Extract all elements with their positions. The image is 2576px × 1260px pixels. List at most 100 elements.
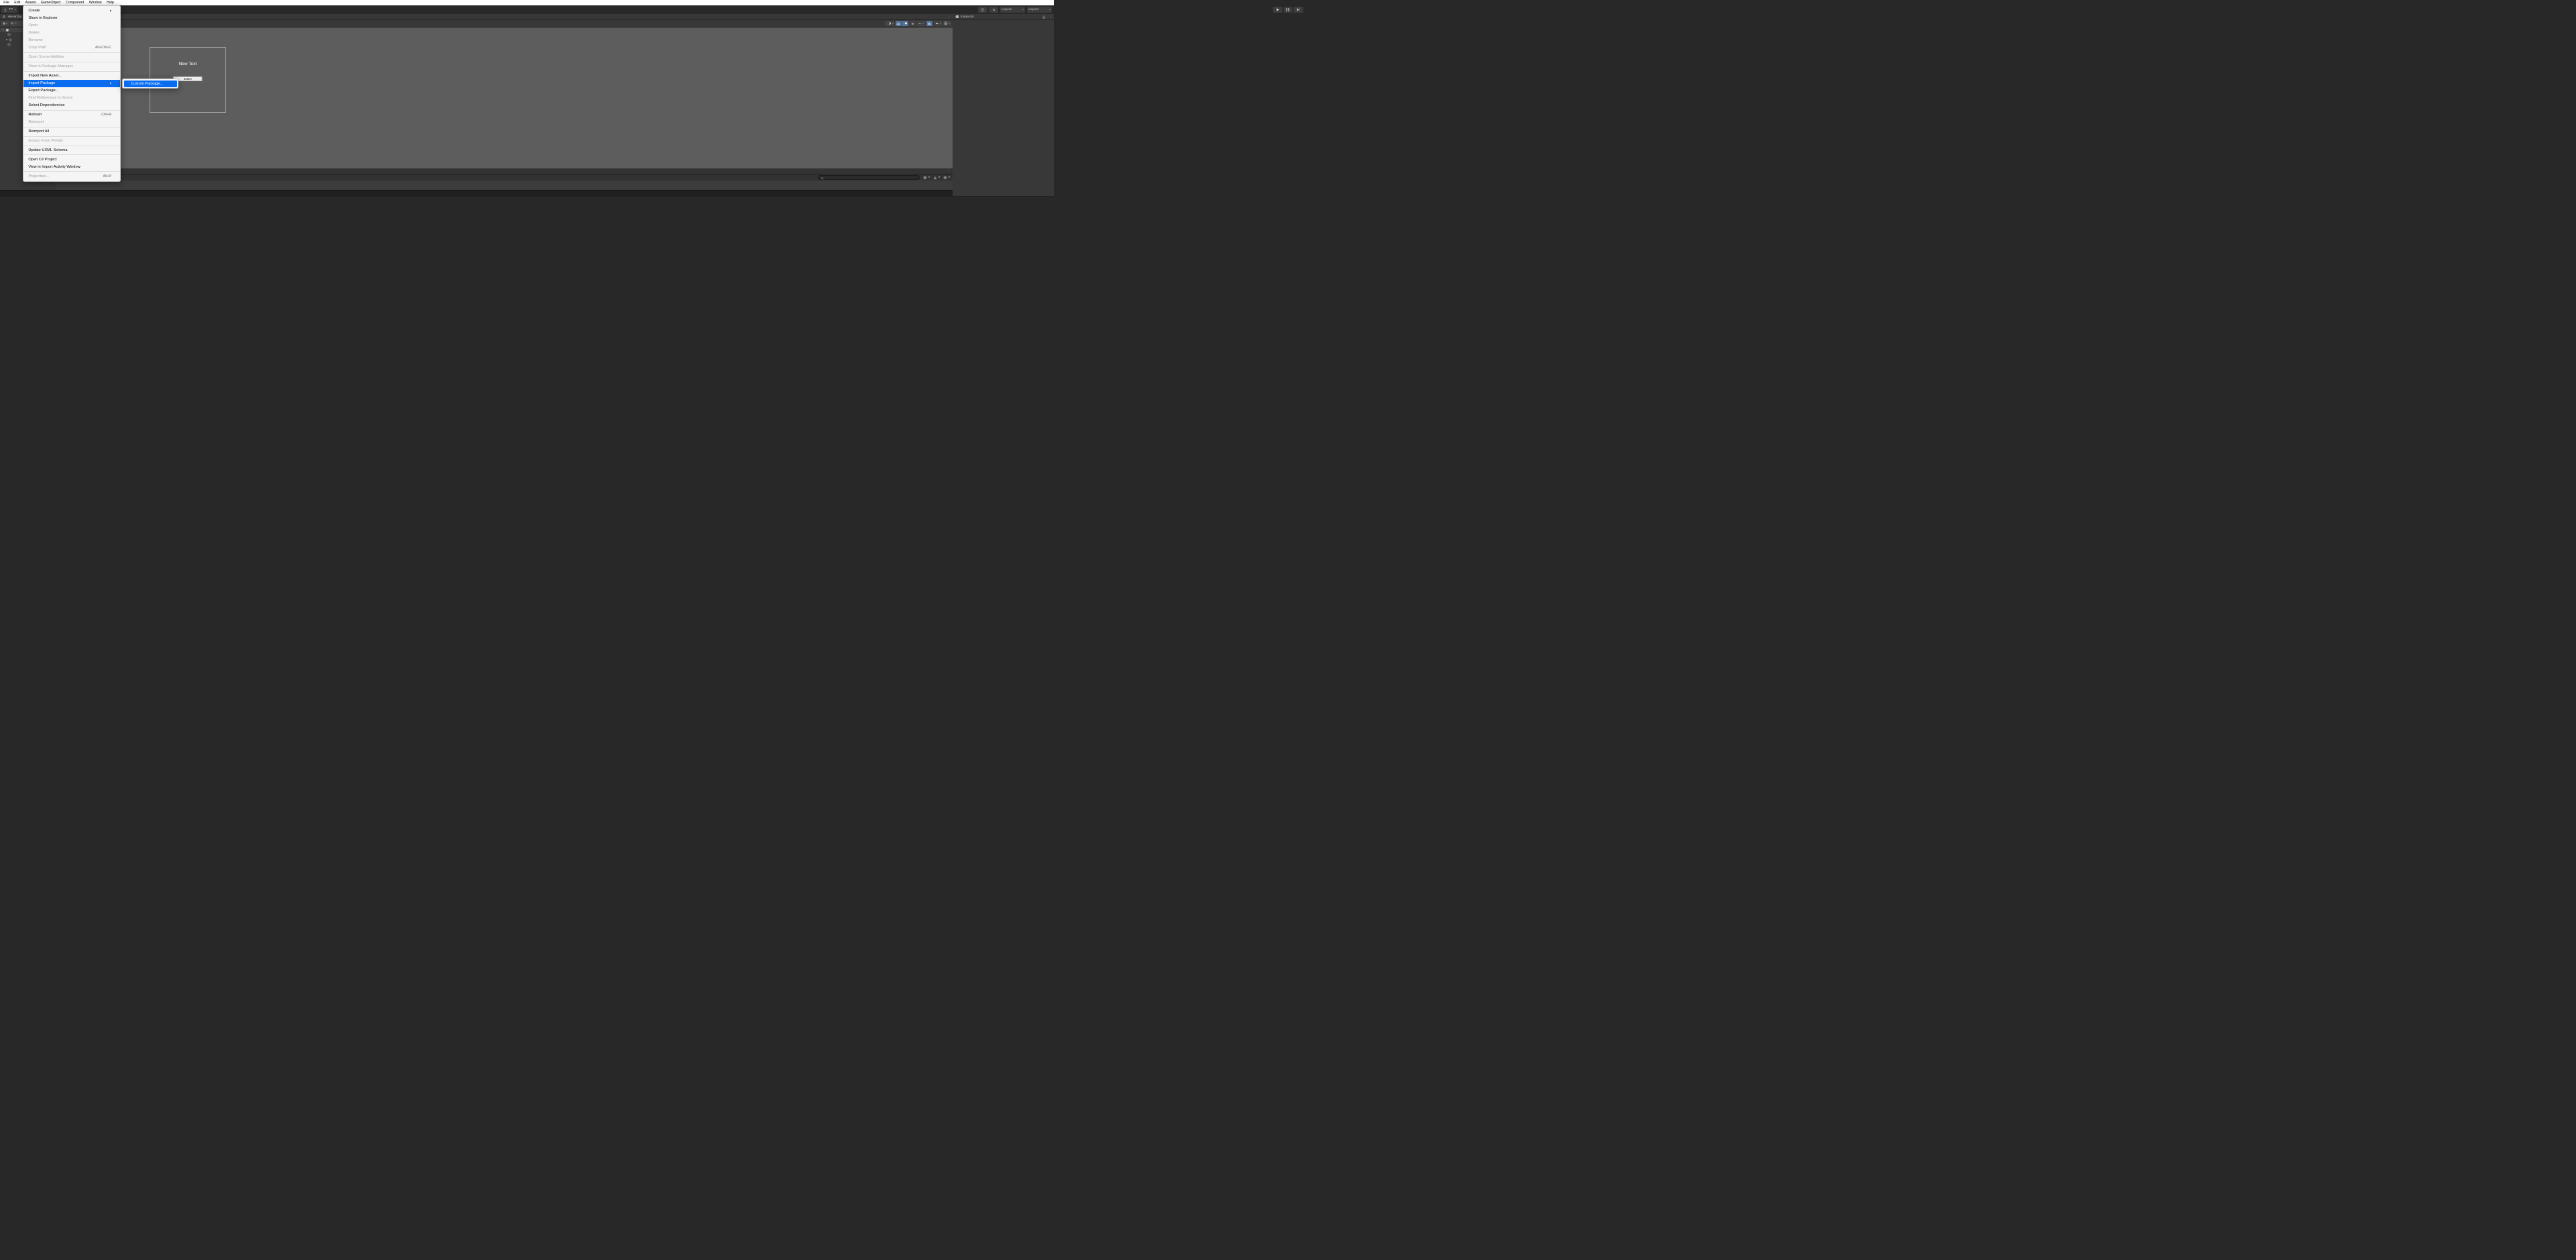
menu-edit[interactable]: Edit (12, 0, 23, 5)
pause-button[interactable] (1283, 7, 1293, 13)
layers-dropdown[interactable]: Layers (1000, 7, 1026, 13)
scene-tab[interactable]: ulator ⋮ (56, 14, 953, 20)
account-button[interactable]: TP (1, 7, 17, 13)
visibility-toggle[interactable] (926, 21, 933, 26)
menu-assets[interactable]: Assets (23, 0, 38, 5)
eye-off-icon (927, 22, 932, 25)
menu-item-label: Create (28, 9, 40, 13)
chevron-down-icon (949, 23, 950, 24)
panel-menu-icon[interactable]: ⋮ (1049, 15, 1052, 19)
scene-view[interactable]: New Text Button (56, 28, 953, 168)
menu-item-label: Select Dependencies (28, 103, 64, 107)
menu-item-label: Update UXML Schema (28, 148, 67, 152)
menu-item-properties: Properties...Alt+P (23, 172, 120, 180)
menu-item-refresh[interactable]: Refresh Ctrl+R (23, 111, 120, 119)
menu-item-label: Import Package (28, 81, 55, 85)
menu-file[interactable]: File (1, 0, 12, 5)
2d-label: 2D (896, 22, 900, 25)
step-button[interactable] (1294, 7, 1303, 13)
camera-dropdown[interactable] (934, 21, 942, 26)
cube-icon (9, 38, 12, 42)
project-search[interactable] (818, 175, 919, 180)
create-dropdown[interactable] (1, 21, 9, 26)
play-button[interactable] (1273, 7, 1283, 13)
menu-item-label: Refresh (28, 113, 42, 117)
toolbar: TP Layers Layout (0, 5, 1054, 14)
hierarchy-tab-label: Hierarchy (7, 15, 21, 19)
audio-icon (911, 22, 915, 25)
light-icon (904, 22, 908, 25)
chevron-down-icon (940, 23, 941, 24)
menu-item-view-in-package-manager: View in Package Manager (23, 63, 120, 70)
menu-item-custom-package[interactable]: Custom Package... (124, 81, 177, 87)
menu-item-find-references-in-scene: Find References In Scene (23, 95, 120, 102)
undo-history-button[interactable] (978, 7, 987, 13)
chevron-right-icon (110, 10, 111, 11)
play-icon (1276, 8, 1279, 11)
menu-item-import-package[interactable]: Import Package (23, 80, 120, 87)
info-icon (955, 15, 959, 19)
menu-item-export-package[interactable]: Export Package... (23, 87, 120, 95)
expand-icon[interactable] (3, 30, 4, 31)
menu-item-import-new-asset[interactable]: Import New Asset... (23, 72, 120, 80)
menu-help[interactable]: Help (104, 0, 116, 5)
menu-item-label: Delete (28, 31, 40, 35)
fx-icon (918, 22, 922, 25)
scene-text-object[interactable]: New Text (178, 62, 197, 66)
menu-item-label: Reimport (28, 120, 44, 124)
menu-item-delete: Delete (23, 30, 120, 37)
info-count[interactable]: 0 (922, 176, 931, 180)
menu-item-open-c-project[interactable]: Open C# Project (23, 156, 120, 163)
lighting-toggle[interactable] (902, 21, 908, 26)
chevron-down-icon (6, 23, 7, 24)
cube-icon (7, 43, 11, 46)
error-count[interactable]: 0 (943, 176, 951, 180)
menu-item-label: Import New Asset... (28, 74, 62, 78)
fx-dropdown[interactable] (917, 21, 925, 26)
layout-dropdown[interactable]: Layout (1027, 7, 1053, 13)
draw-mode-button[interactable] (886, 21, 894, 26)
lock-icon[interactable] (1042, 15, 1046, 19)
menu-component[interactable]: Component (63, 0, 87, 5)
inspector-tab[interactable]: Inspector ⋮ (953, 14, 1054, 20)
menu-item-label: View in Package Manager (28, 64, 72, 68)
menu-item-select-dependencies[interactable]: Select Dependencies (23, 102, 120, 109)
panel-menu-icon[interactable]: ⋮ (947, 169, 951, 173)
error-icon (943, 176, 947, 180)
menu-item-open: Open (23, 22, 120, 30)
menu-shortcut: Alt+Ctrl+C (95, 46, 111, 50)
chevron-right-icon (110, 83, 111, 84)
menu-item-label: Show in Explorer (28, 16, 57, 20)
menu-item-label: Export Package... (28, 89, 58, 93)
menubar: File Edit Assets GameObject Component Wi… (0, 0, 1054, 5)
2d-toggle[interactable]: 2D (896, 21, 902, 26)
menu-item-update-uxml-schema[interactable]: Update UXML Schema (23, 146, 120, 154)
menu-window[interactable]: Window (87, 0, 104, 5)
menu-item-view-in-import-activity-window[interactable]: View in Import Activity Window (23, 163, 120, 170)
menu-shortcut: Ctrl+R (101, 113, 111, 117)
shading-icon (888, 21, 892, 25)
menu-item-extract-from-prefab: Extract From Prefab (23, 137, 120, 144)
camera-icon (935, 22, 939, 25)
menu-item-copy-path: Copy PathAlt+Ctrl+C (23, 44, 120, 52)
gizmos-dropdown[interactable] (943, 21, 951, 26)
status-bar (0, 190, 1054, 197)
search-button[interactable] (989, 7, 998, 13)
chevron-down-icon (1022, 9, 1024, 10)
warn-count[interactable]: 0 (932, 176, 941, 180)
audio-toggle[interactable] (910, 21, 916, 26)
menu-item-label: Rename (28, 38, 43, 42)
menu-item-label: Open C# Project (28, 158, 56, 162)
menu-item-show-in-explorer[interactable]: Show in Explorer (23, 15, 120, 22)
menu-gameobject[interactable]: GameObject (38, 0, 63, 5)
menu-item-reimport-all[interactable]: Reimport All (23, 127, 120, 135)
inspector-panel: Inspector ⋮ (953, 14, 1054, 190)
scene-toolbar: 2D (56, 20, 953, 28)
project-content[interactable] (56, 180, 953, 190)
chevron-down-icon (892, 23, 894, 24)
unity-icon (5, 28, 9, 32)
menu-item-label: Extract From Prefab (28, 139, 62, 143)
project-tab[interactable]: Project ⋮ (56, 168, 953, 174)
panel-menu-icon[interactable]: ⋮ (947, 15, 951, 19)
menu-item-create[interactable]: Create (23, 7, 120, 15)
